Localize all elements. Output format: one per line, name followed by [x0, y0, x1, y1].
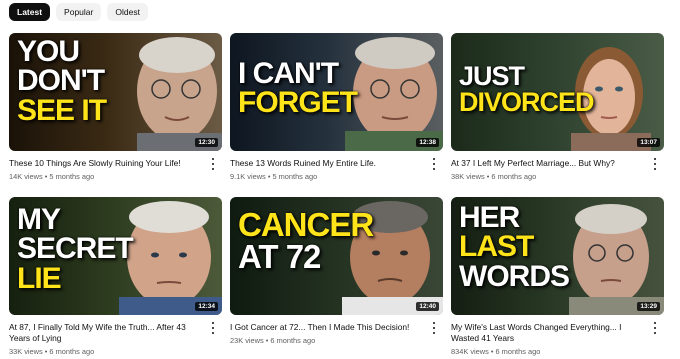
duration-badge: 13:07 — [637, 138, 660, 147]
thumbnail-text-line: WORDS — [459, 259, 570, 293]
thumbnail-caption: I CAN'T FORGET — [238, 57, 358, 120]
upload-age: 6 months ago — [495, 347, 541, 356]
video-card[interactable]: JUST DIVORCED 13:07 At 37 I Left My Perf… — [451, 33, 664, 181]
video-thumbnail[interactable]: JUST DIVORCED 13:07 — [451, 33, 664, 151]
video-meta: At 87, I Finally Told My Wife the Truth.… — [9, 315, 222, 356]
duration-badge: 12:34 — [195, 302, 218, 311]
video-stats: 33K views • 6 months ago — [9, 347, 202, 356]
video-meta: My Wife's Last Words Changed Everything.… — [451, 315, 664, 356]
thumbnail-text-line: CANCER — [238, 206, 374, 243]
three-dots-vertical-icon[interactable] — [650, 158, 660, 170]
video-stats: 38K views • 6 months ago — [451, 172, 644, 181]
view-count: 834K views — [451, 347, 489, 356]
separator: • — [44, 172, 48, 181]
video-thumbnail[interactable]: MY SECRET LIE 12:34 — [9, 197, 222, 315]
thumbnail-text-line: SEE IT — [17, 93, 107, 127]
video-stats: 9.1K views • 5 months ago — [230, 172, 423, 181]
video-thumbnail[interactable]: CANCER AT 72 12:40 — [230, 197, 443, 315]
video-stats: 23K views • 6 months ago — [230, 336, 423, 345]
thumbnail-caption: JUST DIVORCED — [459, 61, 595, 118]
chip-latest[interactable]: Latest — [9, 3, 51, 21]
upload-age: 6 months ago — [270, 336, 316, 345]
duration-badge: 13:29 — [637, 302, 660, 311]
thumbnail-text-line: AT 72 — [238, 238, 321, 276]
video-thumbnail[interactable]: I CAN'T FORGET 12:38 — [230, 33, 443, 151]
video-stats: 834K views • 6 months ago — [451, 347, 644, 356]
three-dots-vertical-icon[interactable] — [429, 158, 439, 170]
video-title[interactable]: My Wife's Last Words Changed Everything.… — [451, 322, 644, 344]
video-meta: These 10 Things Are Slowly Ruining Your … — [9, 151, 222, 181]
view-count: 14K views — [9, 172, 43, 181]
thumbnail-text-line: YOU — [17, 35, 80, 68]
three-dots-vertical-icon[interactable] — [208, 158, 218, 170]
thumbnail-text-line: MY — [17, 203, 61, 236]
video-title[interactable]: These 13 Words Ruined My Entire Life. — [230, 158, 423, 169]
chip-popular[interactable]: Popular — [56, 3, 102, 21]
thumbnail-text-line: DON'T — [17, 64, 105, 98]
thumbnail-text-line: SECRET — [17, 232, 134, 266]
upload-age: 6 months ago — [49, 347, 95, 356]
video-title[interactable]: At 37 I Left My Perfect Marriage... But … — [451, 158, 644, 169]
chip-oldest[interactable]: Oldest — [107, 3, 148, 21]
duration-badge: 12:30 — [195, 138, 218, 147]
thumbnail-caption: MY SECRET LIE — [17, 203, 134, 295]
view-count: 9.1K views — [230, 172, 266, 181]
video-title[interactable]: I Got Cancer at 72... Then I Made This D… — [230, 322, 423, 333]
thumbnail-text-line: JUST — [459, 61, 525, 91]
thumbnail-text-line: LIE — [17, 261, 62, 295]
separator: • — [265, 336, 269, 345]
upload-age: 6 months ago — [491, 172, 537, 181]
video-stats: 14K views • 5 months ago — [9, 172, 202, 181]
separator: • — [44, 347, 48, 356]
video-title[interactable]: At 87, I Finally Told My Wife the Truth.… — [9, 322, 202, 344]
video-meta: I Got Cancer at 72... Then I Made This D… — [230, 315, 443, 345]
three-dots-vertical-icon[interactable] — [208, 322, 218, 334]
video-thumbnail[interactable]: HER LAST WORDS 13:29 — [451, 197, 664, 315]
separator: • — [267, 172, 271, 181]
duration-badge: 12:38 — [416, 138, 439, 147]
thumbnail-caption: YOU DON'T SEE IT — [17, 35, 107, 127]
filter-chips: Latest Popular Oldest — [9, 3, 148, 21]
thumbnail-text-line: HER — [459, 201, 520, 234]
thumbnail-caption: CANCER AT 72 — [238, 206, 374, 276]
video-thumbnail[interactable]: YOU DON'T SEE IT 12:30 — [9, 33, 222, 151]
video-card[interactable]: YOU DON'T SEE IT 12:30 These 10 Things A… — [9, 33, 222, 181]
three-dots-vertical-icon[interactable] — [429, 322, 439, 334]
video-meta: These 13 Words Ruined My Entire Life. 9.… — [230, 151, 443, 181]
three-dots-vertical-icon[interactable] — [650, 322, 660, 334]
thumbnail-text-line: LAST — [459, 230, 534, 264]
upload-age: 5 months ago — [49, 172, 95, 181]
separator: • — [490, 347, 494, 356]
view-count: 38K views — [451, 172, 485, 181]
thumbnail-caption: HER LAST WORDS — [459, 201, 570, 293]
video-card[interactable]: I CAN'T FORGET 12:38 These 13 Words Ruin… — [230, 33, 443, 181]
thumbnail-text-line: FORGET — [238, 86, 358, 120]
video-meta: At 37 I Left My Perfect Marriage... But … — [451, 151, 664, 181]
thumbnail-text-line: DIVORCED — [459, 87, 595, 118]
view-count: 23K views — [230, 336, 264, 345]
separator: • — [486, 172, 490, 181]
thumbnail-text-line: I CAN'T — [238, 57, 339, 90]
video-card[interactable]: CANCER AT 72 12:40 I Got Cancer at 72...… — [230, 197, 443, 345]
upload-age: 5 months ago — [272, 172, 318, 181]
duration-badge: 12:40 — [416, 302, 439, 311]
video-title[interactable]: These 10 Things Are Slowly Ruining Your … — [9, 158, 202, 169]
video-card[interactable]: MY SECRET LIE 12:34 At 87, I Finally Tol… — [9, 197, 222, 356]
view-count: 33K views — [9, 347, 43, 356]
video-card[interactable]: HER LAST WORDS 13:29 My Wife's Last Word… — [451, 197, 664, 356]
